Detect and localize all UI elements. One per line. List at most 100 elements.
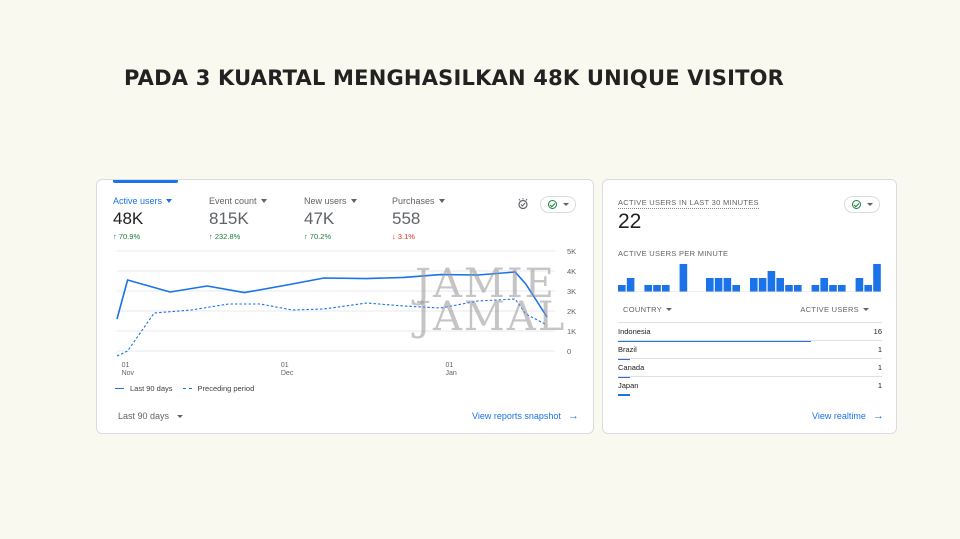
minute-bar: [855, 278, 864, 292]
chevron-down-icon: [438, 199, 445, 203]
active-users-value: 1: [877, 345, 882, 354]
active-users-value: 1: [877, 363, 882, 372]
minute-bar: [829, 285, 837, 292]
table-row: Indonesia 16: [618, 322, 882, 342]
arrow-up-icon: ↑: [113, 232, 117, 241]
metric-label: Event count: [209, 196, 257, 206]
country-name: Canada: [618, 363, 645, 372]
view-reports-snapshot-link[interactable]: View reports snapshot →: [472, 409, 579, 422]
minute-bar: [706, 278, 714, 292]
country-name: Brazil: [618, 345, 637, 354]
page-headline: PADA 3 KUARTAL MENGHASILKAN 48K UNIQUE V…: [124, 66, 785, 90]
metric-value: 558: [392, 209, 421, 228]
metric-change: ↓ 3.1%: [392, 232, 415, 241]
chevron-down-icon: [260, 199, 267, 203]
watermark: JAMIE JAMAL: [415, 261, 567, 340]
check-circle-icon: [547, 200, 557, 209]
metric-change: ↑ 232.8%: [209, 232, 241, 241]
x-tick-day: 01: [281, 362, 289, 369]
metric-value: 47K: [304, 209, 335, 228]
metric-value: 815K: [209, 209, 249, 228]
active-users-value: 1: [877, 381, 882, 390]
arrow-up-icon: ↑: [209, 232, 213, 241]
arrow-down-icon: ↓: [392, 232, 396, 241]
minute-bar: [785, 285, 793, 292]
y-tick-label: 4K: [567, 267, 576, 276]
y-tick-label: 3K: [567, 287, 576, 296]
minute-bar: [873, 264, 881, 292]
minute-bar: [811, 285, 820, 292]
insights-icon[interactable]: [516, 197, 530, 211]
data-quality-button[interactable]: [540, 196, 576, 213]
chevron-down-icon: [562, 203, 569, 206]
realtime-card: ACTIVE USERS IN LAST 30 MINUTES 22 ACTIV…: [602, 179, 897, 434]
y-tick-label: 0: [567, 347, 571, 356]
metric-label: Active users: [113, 196, 163, 206]
country-name: Indonesia: [618, 327, 651, 336]
active-tab-indicator: [113, 180, 178, 183]
chevron-down-icon: [863, 308, 869, 311]
minute-bar: [776, 278, 784, 292]
metric-tab-purchases[interactable]: Purchases 558 ↓ 3.1%: [392, 196, 445, 241]
minute-bar: [679, 264, 688, 292]
legend-label: Preceding period: [197, 384, 255, 393]
minute-bar: [626, 278, 635, 292]
minute-bar: [723, 278, 732, 292]
link-label: View reports snapshot: [472, 411, 561, 421]
chevron-down-icon: [866, 203, 873, 206]
metric-tab-event-count[interactable]: Event count 815K ↑ 232.8%: [209, 196, 267, 241]
y-tick-label: 2K: [567, 307, 576, 316]
arrow-right-icon: →: [872, 409, 884, 422]
realtime-title: ACTIVE USERS IN LAST 30 MINUTES: [618, 198, 759, 209]
arrow-up-icon: ↑: [304, 232, 308, 241]
country-column-header[interactable]: COUNTRY: [623, 305, 673, 314]
chevron-down-icon: [166, 199, 173, 203]
x-tick-month: Jan: [445, 370, 456, 377]
table-row: Brazil 1: [618, 340, 882, 360]
data-quality-button[interactable]: [844, 196, 880, 213]
metric-label: Purchases: [392, 196, 435, 206]
realtime-count: 22: [618, 210, 642, 233]
table-row: Canada 1: [618, 358, 882, 378]
metric-label: New users: [304, 196, 347, 206]
minute-bar: [838, 285, 846, 292]
minute-bar: [732, 285, 740, 292]
legend-label: Last 90 days: [130, 384, 173, 393]
minute-bar: [864, 285, 872, 292]
chart-legend: Last 90 days Preceding period: [115, 384, 254, 393]
link-label: View realtime: [812, 411, 866, 421]
x-tick-day: 01: [122, 362, 130, 369]
arrow-right-icon: →: [567, 409, 579, 422]
country-name: Japan: [618, 381, 639, 390]
x-tick-month: Dec: [281, 370, 294, 377]
y-tick-label: 5K: [567, 247, 576, 256]
view-realtime-link[interactable]: View realtime →: [812, 409, 884, 422]
per-minute-label: ACTIVE USERS PER MINUTE: [618, 249, 729, 258]
date-range-dropdown[interactable]: Last 90 days: [118, 411, 184, 421]
minute-bar: [714, 278, 723, 292]
chevron-down-icon: [350, 199, 357, 203]
active-users-column-header[interactable]: ACTIVE USERS: [800, 305, 869, 314]
metric-tab-active-users[interactable]: Active users 48K ↑ 70.9%: [113, 196, 173, 241]
minute-bar: [662, 285, 670, 292]
table-row: Japan 1: [618, 376, 882, 396]
reports-snapshot-card: Active users 48K ↑ 70.9% Event count 815…: [96, 179, 594, 434]
metric-change: ↑ 70.9%: [113, 232, 141, 241]
date-range-label: Last 90 days: [118, 411, 170, 421]
chevron-down-icon: [177, 414, 184, 418]
share-bar: [618, 394, 630, 396]
minute-bar: [618, 285, 626, 292]
metric-tab-new-users[interactable]: New users 47K ↑ 70.2%: [304, 196, 357, 241]
minute-bar: [820, 278, 828, 292]
check-circle-icon: [851, 200, 861, 209]
active-users-value: 16: [873, 327, 882, 336]
minute-bar: [758, 278, 767, 292]
minute-bar: [750, 278, 758, 292]
y-tick-label: 1K: [567, 327, 576, 336]
minute-bar: [767, 271, 776, 292]
minute-bar: [653, 285, 661, 292]
x-tick-month: Nov: [122, 370, 135, 377]
metric-change: ↑ 70.2%: [304, 232, 332, 241]
minute-bar: [794, 285, 802, 292]
per-minute-bar-chart: [618, 264, 882, 292]
